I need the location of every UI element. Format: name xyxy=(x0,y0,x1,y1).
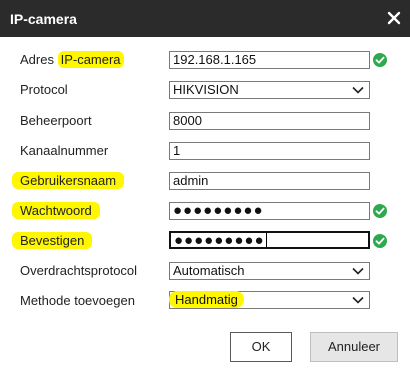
port-label: Beheerpoort xyxy=(20,113,92,128)
ip-address-input[interactable]: 192.168.1.165 xyxy=(169,51,370,69)
confirm-label-text: Bevestigen xyxy=(12,232,93,249)
check-circle-icon xyxy=(373,234,387,248)
channel-label: Kanaalnummer xyxy=(20,143,109,158)
password-label-text: Wachtwoord xyxy=(12,202,100,219)
chevron-down-icon xyxy=(351,84,365,96)
cancel-button[interactable]: Annuleer xyxy=(310,332,398,362)
add-method-value: Handmatig xyxy=(169,291,244,308)
add-method-select[interactable]: Handmatig xyxy=(169,291,370,309)
close-icon[interactable] xyxy=(386,10,402,26)
dialog-titlebar: IP-camera xyxy=(0,0,410,37)
username-label: Gebruikersnaam xyxy=(12,172,125,190)
check-circle-icon xyxy=(373,204,387,218)
text-cursor xyxy=(265,233,267,247)
add-method-label: Methode toevoegen xyxy=(20,293,135,308)
channel-input[interactable]: 1 xyxy=(169,142,370,160)
confirm-password-input[interactable]: ●●●●●●●●● xyxy=(169,231,370,249)
chevron-down-icon xyxy=(351,265,365,277)
confirm-password-value: ●●●●●●●●● xyxy=(174,232,265,249)
transport-select[interactable]: Automatisch xyxy=(169,262,370,280)
protocol-value: HIKVISION xyxy=(173,82,239,97)
port-input[interactable]: 8000 xyxy=(169,112,370,130)
address-label: Adres IP-camera xyxy=(20,51,124,69)
username-input[interactable]: admin xyxy=(169,172,370,190)
username-label-text: Gebruikersnaam xyxy=(12,172,125,189)
protocol-label: Protocol xyxy=(20,82,68,97)
confirm-label: Bevestigen xyxy=(12,232,93,250)
password-label: Wachtwoord xyxy=(12,202,100,220)
ok-button[interactable]: OK xyxy=(230,332,292,362)
address-label-prefix: Adres xyxy=(20,52,58,67)
transport-label: Overdrachtsprotocol xyxy=(20,263,138,278)
address-label-highlight: IP-camera xyxy=(57,51,124,68)
check-circle-icon xyxy=(373,53,387,67)
password-input[interactable]: ●●●●●●●●● xyxy=(169,202,370,220)
chevron-down-icon xyxy=(351,294,365,306)
protocol-select[interactable]: HIKVISION xyxy=(169,81,370,99)
dialog-title: IP-camera xyxy=(10,11,77,27)
transport-value: Automatisch xyxy=(173,263,245,278)
